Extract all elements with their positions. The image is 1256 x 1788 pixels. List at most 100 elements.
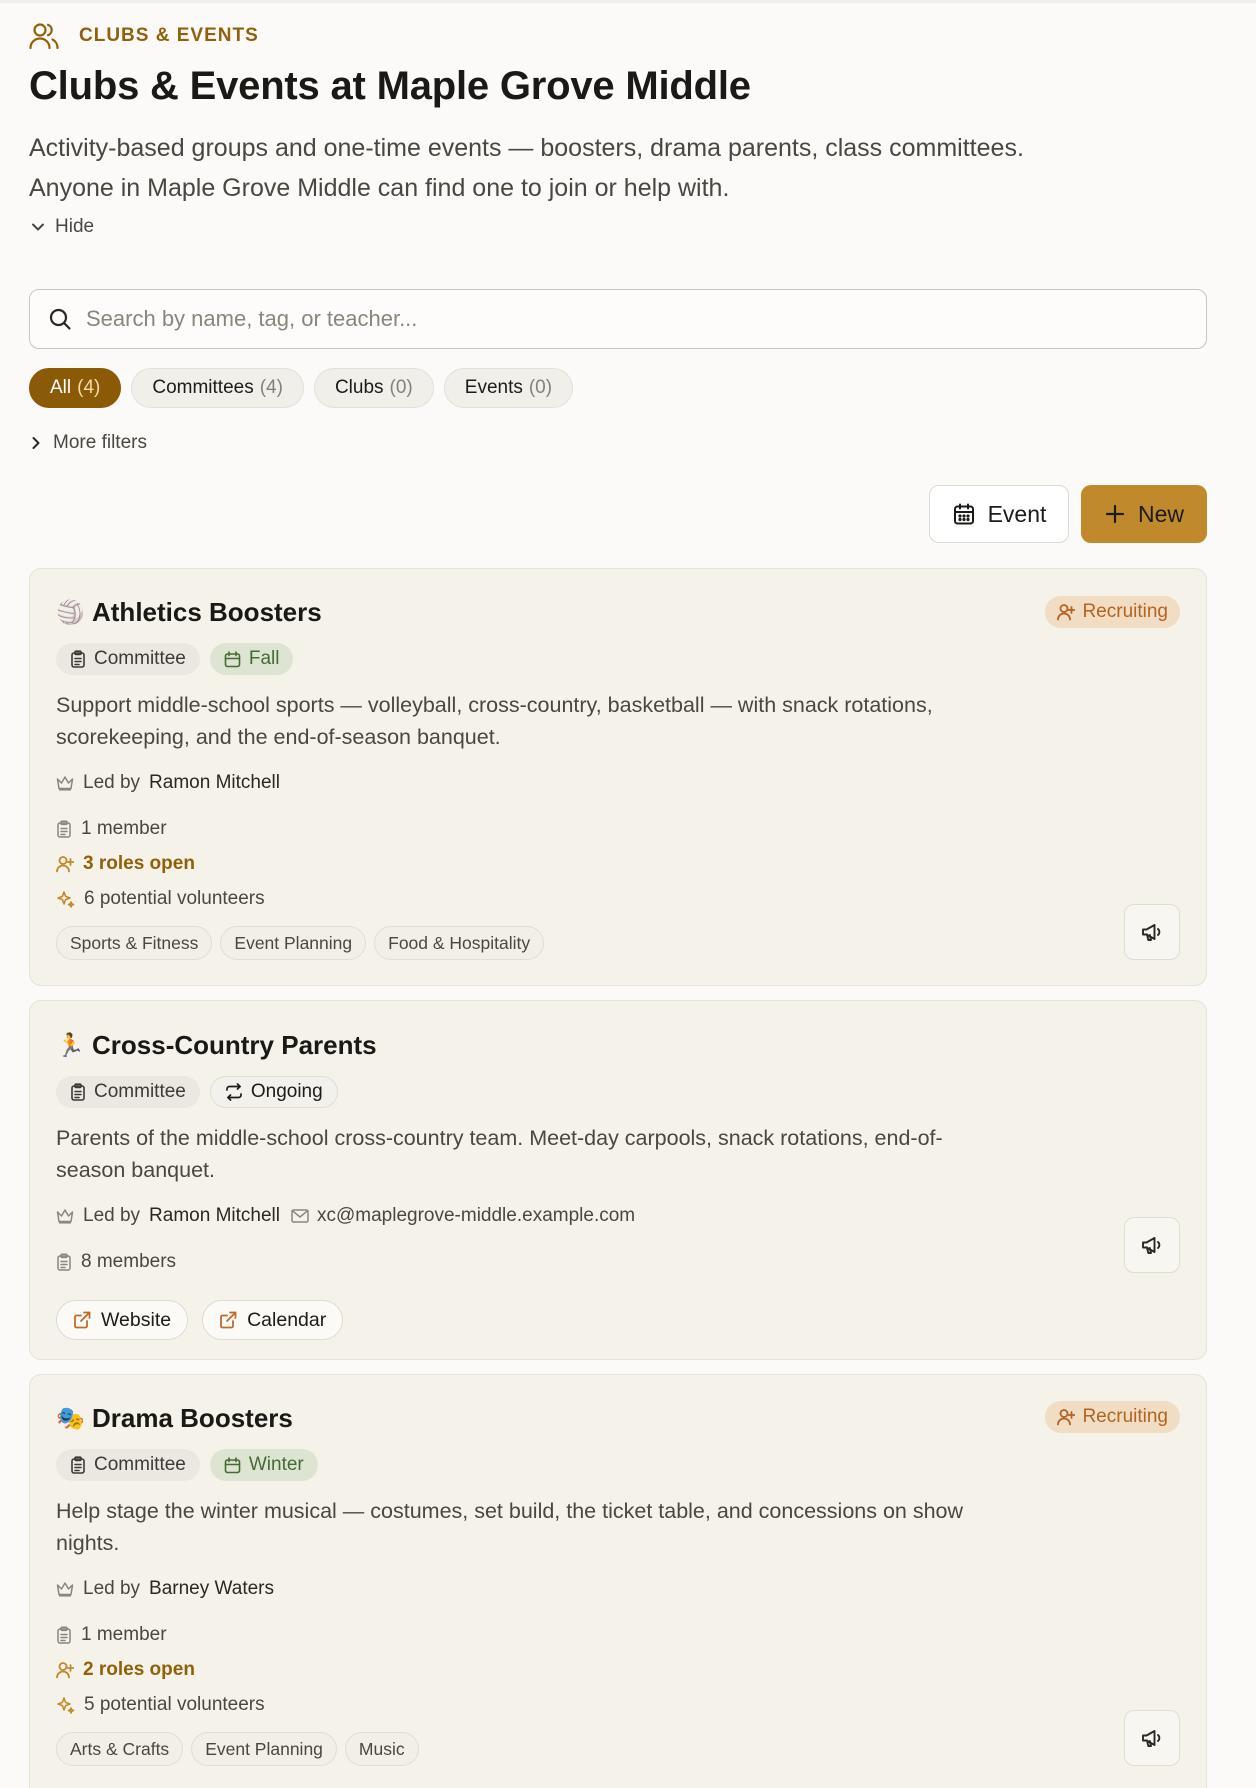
cadence-chip: Ongoing xyxy=(209,1076,338,1108)
calendar-icon xyxy=(224,650,241,668)
contact-email[interactable]: xc@maplegrove-middle.example.com xyxy=(291,1205,635,1227)
group-card-cross-country-parents[interactable]: 🏃 Cross-Country Parents Committee Ongoin… xyxy=(29,1000,1207,1360)
clubs-events-page: CLUBS & EVENTS Clubs & Events at Maple G… xyxy=(0,0,1256,1788)
card-volunteers: 5 potential volunteers xyxy=(56,1694,265,1716)
announce-button[interactable] xyxy=(1124,1710,1180,1766)
filter-committees[interactable]: Committees (4) xyxy=(131,368,304,408)
filter-count: (0) xyxy=(528,377,553,398)
card-volunteers: 6 potential volunteers xyxy=(56,888,265,910)
crown-icon xyxy=(56,1208,74,1224)
led-by-prefix: Led by xyxy=(83,772,141,793)
recruiting-badge: Recruiting xyxy=(1045,1401,1180,1433)
led-by-prefix: Led by xyxy=(83,1578,141,1599)
calendar-link[interactable]: Calendar xyxy=(202,1300,344,1340)
tag[interactable]: Event Planning xyxy=(220,926,367,960)
more-filters-label: More filters xyxy=(53,432,147,453)
type-label: Committee xyxy=(94,1454,186,1475)
crown-icon xyxy=(56,1581,74,1597)
roles-open-label: 3 roles open xyxy=(83,853,195,874)
season-chip: Winter xyxy=(209,1449,318,1481)
new-group-button[interactable]: New xyxy=(1081,485,1207,543)
more-filters-toggle[interactable]: More filters xyxy=(31,432,147,454)
filter-count: (4) xyxy=(259,377,283,398)
card-leader: Led by Barney Waters xyxy=(56,1578,274,1600)
filter-count: (0) xyxy=(389,377,413,398)
new-event-button[interactable]: Event xyxy=(929,485,1069,543)
eyebrow-label: CLUBS & EVENTS xyxy=(79,25,259,46)
external-link-icon xyxy=(219,1311,237,1329)
event-button-label: Event xyxy=(987,500,1047,527)
user-plus-icon xyxy=(1057,603,1076,621)
user-plus-icon xyxy=(56,855,74,873)
clipboard-icon xyxy=(70,650,86,668)
filter-all[interactable]: All (4) xyxy=(29,368,122,408)
group-card-athletics-boosters[interactable]: 🏐 Athletics Boosters Recruiting Committe… xyxy=(29,568,1207,986)
runner-icon: 🏃 xyxy=(56,1032,85,1058)
member-count: 1 member xyxy=(81,1624,167,1645)
member-count: 8 members xyxy=(81,1251,177,1272)
filter-count: (4) xyxy=(77,377,101,398)
card-chips: Committee Ongoing xyxy=(56,1076,338,1108)
tag[interactable]: Event Planning xyxy=(191,1732,337,1766)
user-plus-icon xyxy=(56,1661,74,1679)
card-description: Parents of the middle-school cross-count… xyxy=(56,1126,943,1182)
section-eyebrow: CLUBS & EVENTS xyxy=(29,22,259,50)
leader-name: Barney Waters xyxy=(149,1578,274,1599)
sparkles-icon xyxy=(56,890,75,909)
filter-clubs[interactable]: Clubs (0) xyxy=(313,368,434,408)
users-icon xyxy=(29,22,59,50)
type-chip: Committee xyxy=(56,643,200,675)
card-members: 1 member xyxy=(56,1624,167,1646)
clipboard-icon xyxy=(70,1083,86,1101)
recruiting-badge: Recruiting xyxy=(1045,596,1180,628)
megaphone-icon xyxy=(1140,1726,1164,1750)
card-chips: Committee Fall xyxy=(56,643,294,675)
leader-name: Ramon Mitchell xyxy=(149,772,280,793)
page-title: Clubs & Events at Maple Grove Middle xyxy=(29,64,751,108)
sparkles-icon xyxy=(56,1696,75,1715)
tag[interactable]: Music xyxy=(344,1732,419,1766)
top-divider xyxy=(0,0,1256,3)
card-leader: Led by Ramon Mitchell xyxy=(56,772,280,794)
cadence-label: Ongoing xyxy=(250,1081,323,1102)
roles-open-label: 2 roles open xyxy=(83,1659,195,1680)
calendar-icon xyxy=(224,1456,241,1474)
type-label: Committee xyxy=(94,648,186,669)
hide-description-toggle[interactable]: Hide xyxy=(31,216,94,238)
card-tags: Arts & Crafts Event Planning Music xyxy=(56,1732,419,1766)
filter-events[interactable]: Events (0) xyxy=(443,368,574,408)
announce-button[interactable] xyxy=(1124,1217,1180,1273)
group-card-drama-boosters[interactable]: 🎭 Drama Boosters Recruiting Committee Wi… xyxy=(29,1374,1207,1788)
website-link[interactable]: Website xyxy=(56,1300,189,1340)
card-members: 1 member xyxy=(56,818,167,840)
member-count: 1 member xyxy=(81,818,167,839)
card-description: Support middle-school sports — volleybal… xyxy=(56,693,933,749)
card-links: Website Calendar xyxy=(56,1300,344,1340)
recruiting-label: Recruiting xyxy=(1082,1406,1168,1427)
filter-label: Clubs xyxy=(334,377,384,398)
website-label: Website xyxy=(101,1308,172,1331)
card-description: Help stage the winter musical — costumes… xyxy=(56,1499,964,1555)
card-title: 🏃 Cross-Country Parents xyxy=(56,1030,377,1061)
announce-button[interactable] xyxy=(1124,904,1180,960)
clipboard-icon xyxy=(56,820,72,838)
tag[interactable]: Arts & Crafts xyxy=(56,1732,184,1766)
leader-name: Ramon Mitchell xyxy=(149,1205,280,1226)
external-link-icon xyxy=(73,1311,91,1329)
tag[interactable]: Sports & Fitness xyxy=(56,926,213,960)
season-label: Winter xyxy=(248,1454,304,1475)
card-roles-open: 2 roles open xyxy=(56,1659,195,1681)
card-tags: Sports & Fitness Event Planning Food & H… xyxy=(56,926,545,960)
clipboard-icon xyxy=(70,1456,86,1474)
calendar-icon xyxy=(952,502,976,526)
type-chip: Committee xyxy=(56,1449,200,1481)
filter-label: Events xyxy=(464,377,523,398)
search-box xyxy=(29,289,1207,349)
card-leader: Led by Ramon Mitchell xc@maplegrove-midd… xyxy=(56,1205,635,1227)
crown-icon xyxy=(56,775,74,791)
tag[interactable]: Food & Hospitality xyxy=(374,926,545,960)
led-by-prefix: Led by xyxy=(83,1205,141,1226)
search-input[interactable] xyxy=(86,306,1166,332)
card-name: Athletics Boosters xyxy=(92,597,322,627)
season-label: Fall xyxy=(248,648,280,669)
